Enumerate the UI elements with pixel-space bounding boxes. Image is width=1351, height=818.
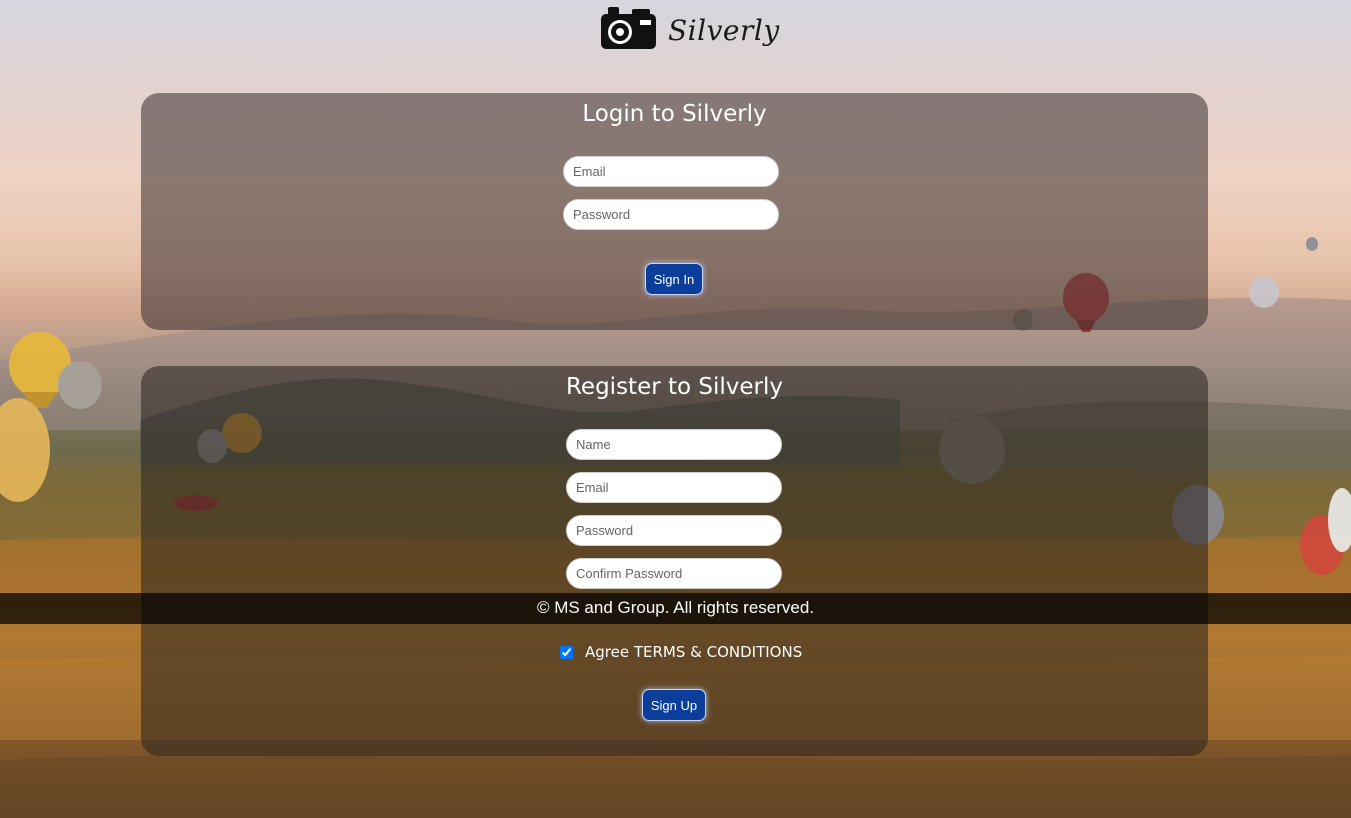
agree-terms-checkbox[interactable]: [560, 645, 573, 659]
register-email-input[interactable]: [566, 472, 782, 503]
logo-text: Silverly: [668, 13, 780, 47]
register-confirm-password-input[interactable]: [566, 558, 782, 589]
register-name-input[interactable]: [566, 429, 782, 460]
agree-terms-row[interactable]: Agree TERMS & CONDITIONS: [560, 643, 802, 661]
footer: © MS and Group. All rights reserved.: [0, 593, 1351, 624]
agree-terms-label: Agree TERMS & CONDITIONS: [585, 643, 803, 661]
sign-in-button[interactable]: Sign In: [645, 263, 703, 295]
login-email-input[interactable]: [563, 156, 779, 187]
login-title: Login to Silverly: [582, 101, 767, 127]
sign-up-button[interactable]: Sign Up: [642, 689, 706, 721]
login-panel: Login to Silverly Sign In: [141, 93, 1208, 330]
register-panel: Register to Silverly Sign Up: [141, 366, 1208, 756]
register-password-input[interactable]: [566, 515, 782, 546]
footer-text: © MS and Group. All rights reserved.: [536, 598, 815, 617]
camera-icon: [600, 5, 658, 55]
register-title: Register to Silverly: [565, 374, 783, 400]
site-logo[interactable]: Silverly: [600, 6, 780, 54]
login-password-input[interactable]: [563, 199, 779, 230]
